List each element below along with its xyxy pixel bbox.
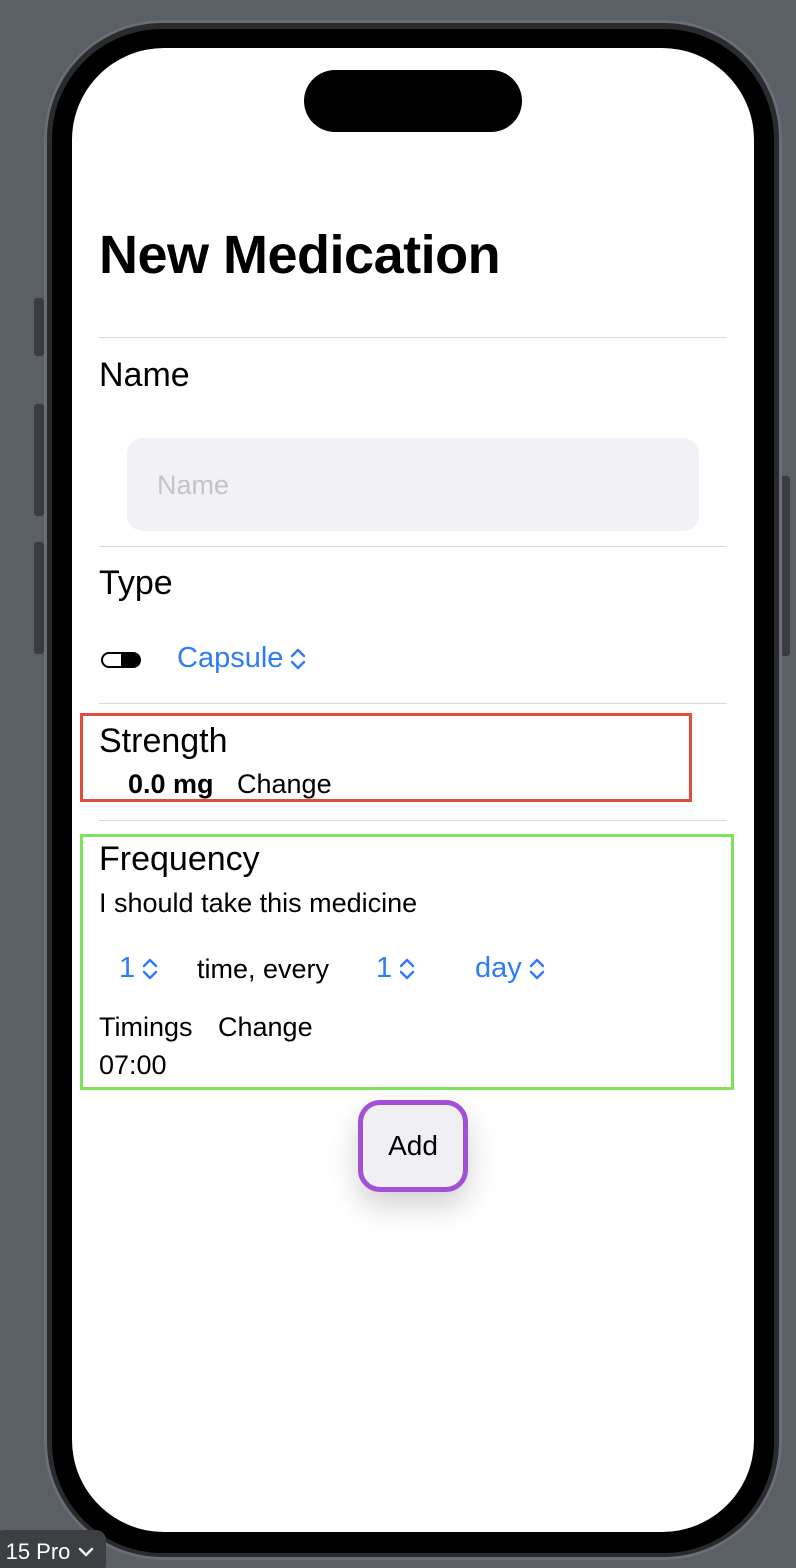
- interval-unit-value: day: [475, 952, 522, 984]
- simulator-canvas: New Medication Name Type Capsule Strengt…: [0, 0, 796, 1568]
- volume-up-button: [34, 404, 44, 516]
- divider: [99, 546, 727, 547]
- divider: [99, 703, 727, 704]
- times-text: time, every: [197, 954, 330, 984]
- strength-section-label: Strength: [99, 722, 228, 760]
- name-input[interactable]: [155, 438, 703, 533]
- name-field[interactable]: [127, 438, 703, 533]
- phone-screen: New Medication Name Type Capsule Strengt…: [72, 48, 754, 1532]
- times-picker-value: 1: [119, 952, 136, 984]
- frequency-section-label: Frequency: [99, 840, 260, 878]
- action-button: [34, 298, 44, 356]
- dynamic-island: [304, 70, 522, 132]
- volume-down-button: [34, 542, 44, 654]
- type-section-label: Type: [99, 564, 173, 602]
- chevron-up-down-icon: [291, 648, 306, 669]
- times-picker[interactable]: 1: [119, 952, 159, 985]
- chevron-up-down-icon: [142, 958, 158, 979]
- add-button[interactable]: Add: [358, 1100, 468, 1192]
- type-picker-value: Capsule: [177, 642, 284, 674]
- interval-picker[interactable]: 1: [376, 952, 416, 985]
- chevron-up-down-icon: [529, 958, 544, 979]
- interval-picker-value: 1: [376, 952, 393, 984]
- divider: [99, 337, 727, 338]
- page-title: New Medication: [99, 225, 501, 285]
- capsule-icon: [101, 652, 141, 668]
- divider: [99, 820, 727, 821]
- frequency-description: I should take this medicine: [99, 888, 418, 918]
- chevron-down-icon: [79, 1547, 94, 1557]
- timings-label: Timings: [99, 1012, 193, 1042]
- name-section-label: Name: [99, 356, 190, 394]
- strength-value: 0.0 mg: [128, 769, 214, 799]
- timings-change-link[interactable]: Change: [218, 1012, 313, 1043]
- type-picker[interactable]: Capsule: [177, 642, 307, 675]
- device-selector-label: 15 Pro: [5, 1539, 71, 1564]
- device-selector[interactable]: 15 Pro: [0, 1530, 106, 1568]
- interval-unit-picker[interactable]: day: [475, 952, 546, 985]
- strength-change-link[interactable]: Change: [237, 769, 332, 800]
- chevron-up-down-icon: [399, 958, 415, 979]
- timing-value: 07:00: [99, 1050, 167, 1080]
